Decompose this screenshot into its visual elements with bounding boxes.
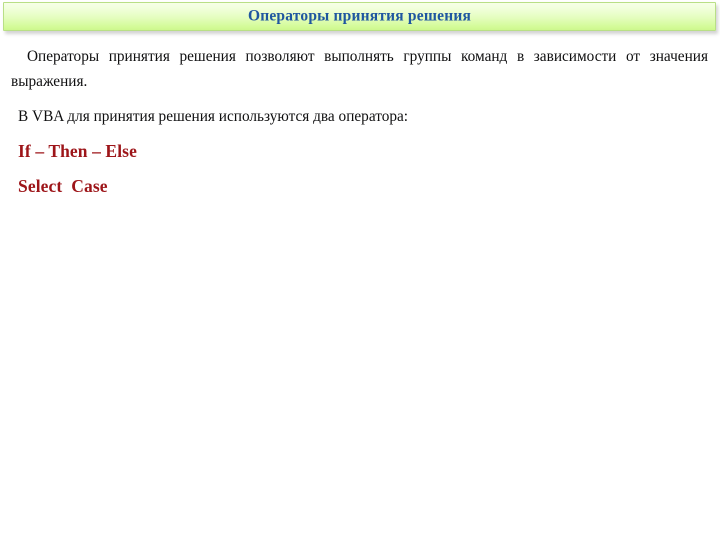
body-paragraph-operators-intro: В VBA для принятия решения используются … [18,108,409,125]
slide-body: Операторы принятия решения позволяют вып… [11,44,709,198]
body-paragraph-intro: Операторы принятия решения позволяют вып… [11,48,708,90]
title-banner-container: Операторы принятия решения [3,2,716,31]
keyword-if-then-else: If – Then – Else [18,141,137,161]
page-title: Операторы принятия решения [247,7,472,25]
slide-canvas: Операторы принятия решения Операторы при… [0,0,720,540]
keyword-select-case: Select Case [18,176,108,196]
title-banner: Операторы принятия решения [3,2,716,31]
